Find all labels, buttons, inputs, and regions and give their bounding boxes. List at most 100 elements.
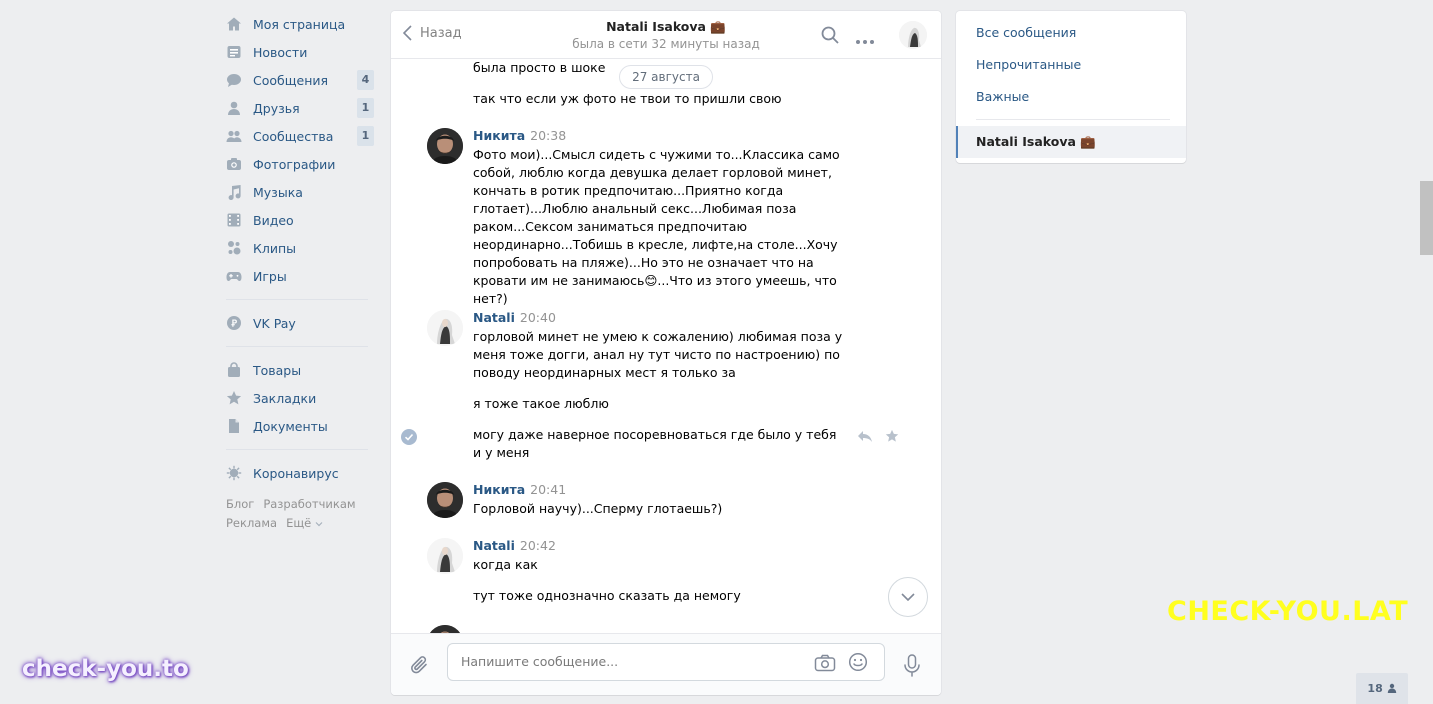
chevron-down-icon xyxy=(315,522,323,527)
friends-icon xyxy=(226,100,242,116)
document-icon xyxy=(226,418,242,434)
author-name: Никита xyxy=(473,482,526,497)
sender-avatar[interactable] xyxy=(427,538,463,574)
nav-label: Сообщения xyxy=(253,72,329,88)
message-author[interactable]: Никита 20:41 xyxy=(473,482,566,497)
sender-avatar[interactable] xyxy=(427,128,463,164)
nav-label: Закладки xyxy=(253,390,317,406)
nav-label: Коронавирус xyxy=(253,465,339,481)
nav-documents[interactable]: Документы xyxy=(222,412,382,440)
star-icon[interactable] xyxy=(885,429,899,446)
sender-avatar[interactable] xyxy=(427,625,463,633)
left-menu: Моя страница Новости Сообщения 4 Друзья … xyxy=(222,10,382,533)
online-count: 18 xyxy=(1367,682,1383,695)
scroll-down-button[interactable] xyxy=(888,577,928,617)
author-name: Natali xyxy=(473,538,515,553)
messages-icon xyxy=(226,72,242,88)
emoji-icon[interactable] xyxy=(848,652,868,675)
folder-active-chat[interactable]: Natali Isakova 💼 xyxy=(956,126,1186,158)
more-icon[interactable] xyxy=(855,33,875,48)
message-time: 20:40 xyxy=(519,310,556,325)
bag-icon xyxy=(226,362,242,378)
nav-my-page[interactable]: Моя страница xyxy=(222,10,382,38)
nav-label: VK Pay xyxy=(253,315,296,331)
nav-label: Игры xyxy=(253,268,287,284)
message-time: 20:38 xyxy=(530,128,567,143)
footer-blog-link[interactable]: Блог xyxy=(226,497,254,511)
nav-clips[interactable]: Клипы xyxy=(222,234,382,262)
paperclip-icon[interactable] xyxy=(409,654,431,679)
message-author[interactable]: Natali 20:42 xyxy=(473,538,556,553)
nav-groups[interactable]: Сообщества 1 xyxy=(222,122,382,150)
messages-count-badge: 4 xyxy=(357,70,374,90)
reply-icon[interactable] xyxy=(857,429,873,446)
virus-icon xyxy=(226,465,242,481)
search-icon[interactable] xyxy=(820,25,840,48)
nav-divider xyxy=(226,346,368,347)
active-chat-name: Natali Isakova 💼 xyxy=(976,134,1096,149)
camera-icon xyxy=(226,156,242,172)
message-text: так что если уж фото не твои то пришли с… xyxy=(473,91,782,106)
nav-market[interactable]: Товары xyxy=(222,356,382,384)
nav-label: Друзья xyxy=(253,100,300,116)
author-name: Natali xyxy=(473,310,515,325)
nav-label: Товары xyxy=(253,362,302,378)
nav-divider xyxy=(226,449,368,450)
watermark-to: check-you.to xyxy=(22,656,189,682)
folder-unread[interactable]: Непрочитанные xyxy=(976,57,1081,72)
nav-label: Музыка xyxy=(253,184,303,200)
page-scrollbar[interactable] xyxy=(1420,181,1433,255)
microphone-icon[interactable] xyxy=(903,654,921,681)
nav-games[interactable]: Игры xyxy=(222,262,382,290)
nav-photos[interactable]: Фотографии xyxy=(222,150,382,178)
peer-avatar[interactable] xyxy=(899,21,927,49)
folder-all[interactable]: Все сообщения xyxy=(976,25,1076,40)
nav-vkpay[interactable]: VK Pay xyxy=(222,309,382,337)
footer-more-link[interactable]: Ещё xyxy=(286,516,323,530)
nav-label: Документы xyxy=(253,418,328,434)
message-text: могу даже наверное посоревноваться где б… xyxy=(473,427,837,460)
author-name: Никита xyxy=(473,128,526,143)
message-author[interactable]: Natali 20:40 xyxy=(473,310,556,325)
footer-dev-link[interactable]: Разработчикам xyxy=(263,497,355,511)
nav-news[interactable]: Новости xyxy=(222,38,382,66)
nav-footer: Блог Разработчикам Реклама Ещё xyxy=(222,495,382,533)
message-input-placeholder: Напишите сообщение... xyxy=(461,654,619,669)
sender-avatar[interactable] xyxy=(427,310,463,346)
news-icon xyxy=(226,44,242,60)
vkpay-icon xyxy=(226,315,242,331)
nav-video[interactable]: Видео xyxy=(222,206,382,234)
music-icon xyxy=(226,184,242,200)
message-author[interactable]: Никита 20:38 xyxy=(473,128,566,143)
vk-page: Моя страница Новости Сообщения 4 Друзья … xyxy=(0,0,1433,704)
message-text: когда как xyxy=(473,557,538,572)
nav-divider xyxy=(226,299,368,300)
clips-icon xyxy=(226,240,242,256)
sender-avatar[interactable] xyxy=(427,482,463,518)
camera-icon[interactable] xyxy=(814,654,836,675)
footer-ads-link[interactable]: Реклама xyxy=(226,516,277,530)
nav-label: Сообщества xyxy=(253,128,334,144)
message-input[interactable]: Напишите сообщение... xyxy=(447,643,885,681)
friends-count-badge: 1 xyxy=(357,98,374,118)
chevron-down-icon xyxy=(901,593,915,601)
selected-check-icon[interactable] xyxy=(401,429,417,445)
message-time: 20:42 xyxy=(519,538,556,553)
home-icon xyxy=(226,16,242,32)
message-text: я тоже такое люблю xyxy=(473,396,609,411)
message-text: тут тоже однозначно сказать да немогу xyxy=(473,588,741,603)
nav-friends[interactable]: Друзья 1 xyxy=(222,94,382,122)
message-folders: Все сообщения Непрочитанные Важные Natal… xyxy=(956,11,1186,163)
nav-music[interactable]: Музыка xyxy=(222,178,382,206)
nav-label: Моя страница xyxy=(253,16,346,32)
message-time: 20:41 xyxy=(530,482,567,497)
user-icon xyxy=(1387,683,1396,693)
nav-messages[interactable]: Сообщения 4 xyxy=(222,66,382,94)
folder-divider xyxy=(976,119,1170,120)
nav-label: Новости xyxy=(253,44,308,60)
nav-coronavirus[interactable]: Коронавирус xyxy=(222,459,382,487)
nav-bookmarks[interactable]: Закладки xyxy=(222,384,382,412)
folder-important[interactable]: Важные xyxy=(976,89,1029,104)
nav-label: Клипы xyxy=(253,240,297,256)
online-friends-button[interactable]: 18 xyxy=(1356,673,1408,704)
